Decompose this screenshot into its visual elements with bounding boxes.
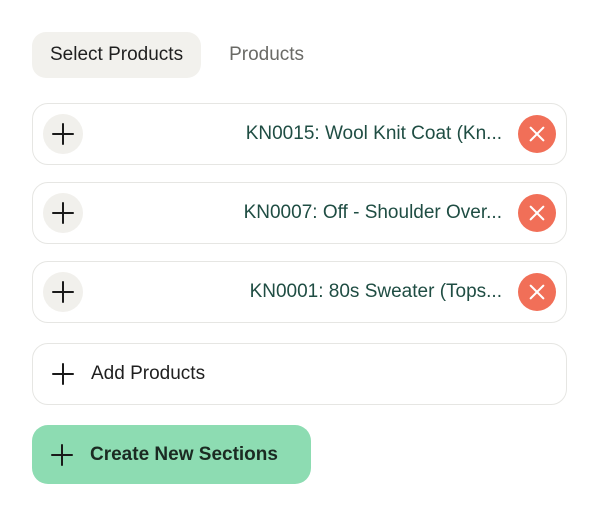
tab-products[interactable]: Products (211, 32, 322, 78)
add-variant-button[interactable] (43, 114, 83, 154)
add-variant-button[interactable] (43, 272, 83, 312)
close-icon (528, 204, 546, 222)
plus-icon (52, 202, 74, 224)
remove-product-button[interactable] (518, 194, 556, 232)
product-label: KN0007: Off - Shoulder Over... (243, 201, 502, 223)
product-row: KN0015: Wool Knit Coat (Kn... (32, 103, 567, 165)
remove-product-button[interactable] (518, 273, 556, 311)
plus-icon (52, 363, 74, 385)
product-row: KN0001: 80s Sweater (Tops... (32, 261, 567, 323)
close-icon (528, 125, 546, 143)
add-products-button[interactable]: Add Products (32, 343, 567, 405)
tab-label: Select Products (50, 44, 184, 65)
product-row: KN0007: Off - Shoulder Over... (32, 182, 567, 244)
create-new-sections-label: Create New Sections (90, 443, 278, 465)
product-selector: Select Products Products KN0015: Wool Kn… (0, 0, 599, 516)
create-new-sections-button[interactable]: Create New Sections (32, 425, 311, 484)
plus-icon (51, 443, 73, 466)
product-label: KN0001: 80s Sweater (Tops... (249, 280, 502, 302)
plus-icon (52, 281, 74, 303)
tab-label: Products (229, 44, 305, 65)
product-label: KN0015: Wool Knit Coat (Kn... (245, 122, 502, 144)
tab-select-products[interactable]: Select Products (32, 32, 202, 78)
tab-bar: Select Products Products (32, 32, 322, 78)
remove-product-button[interactable] (518, 115, 556, 153)
close-icon (528, 283, 546, 301)
add-variant-button[interactable] (43, 193, 83, 233)
add-products-label: Add Products (91, 363, 206, 384)
plus-icon (52, 123, 74, 145)
